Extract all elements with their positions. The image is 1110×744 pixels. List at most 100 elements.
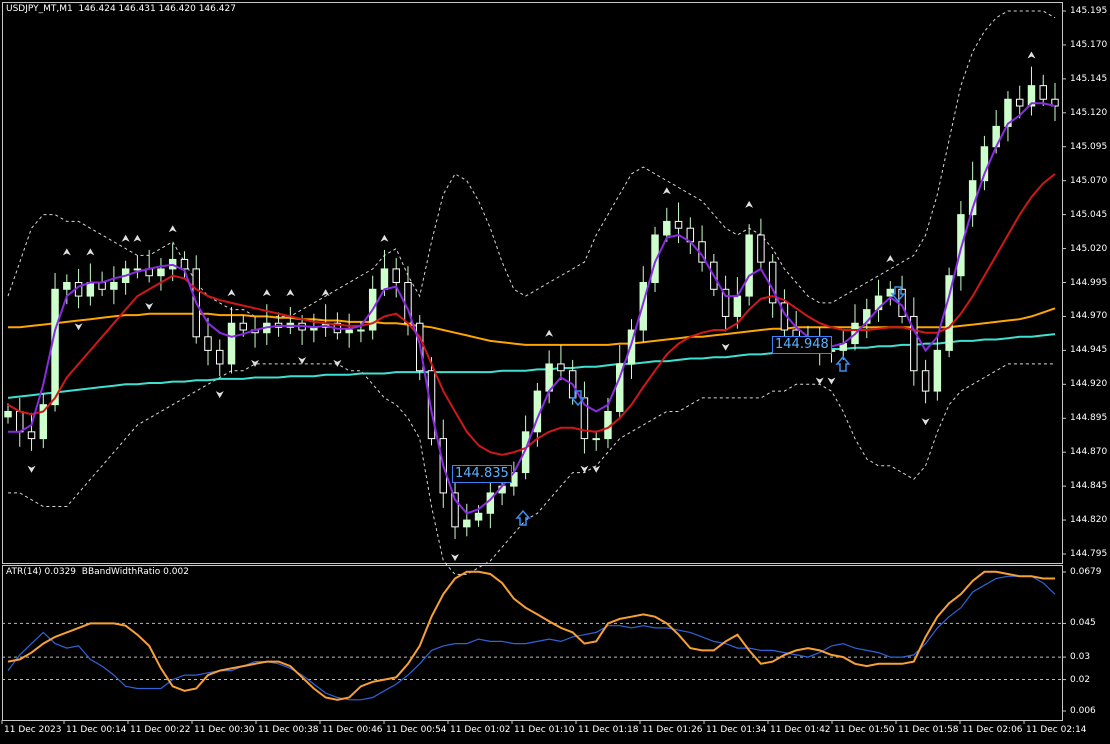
y-tick-label: 144.895 [1070,413,1108,424]
indicator-y-tick-label: 0.006 [1070,706,1096,716]
candle-body [86,282,95,297]
candle-body [745,234,753,297]
fractal-up-marker [1027,51,1036,59]
fractal-up-marker [262,289,271,297]
candle-body [345,329,353,334]
fractal-down-marker [827,377,836,385]
fractal-up-marker [133,234,142,242]
y-tick-label: 144.820 [1070,515,1108,526]
candle-body [180,258,189,270]
fractal-down-marker [815,377,824,385]
indicator-y-tick-label: 0.03 [1070,652,1091,663]
x-tick-label: 11 Dec 01:34 [706,725,767,735]
y-tick-label: 145.070 [1070,175,1108,186]
y-tick-label: 144.870 [1070,447,1108,458]
fractal-up-marker [286,289,295,297]
candle-body [1039,85,1047,100]
candle-body [157,268,165,277]
candle-body [757,234,765,263]
fractal-down-marker [145,302,154,310]
candle-body [51,288,59,406]
x-tick-label: 11 Dec 01:26 [642,725,703,735]
candle-body [216,349,224,365]
candle-body [63,282,71,290]
candle-body [392,268,400,283]
y-tick-label: 144.920 [1070,379,1108,390]
candle-body [921,370,930,392]
candle-body [733,295,742,317]
fractal-up-marker [227,289,236,297]
y-tick-label: 145.170 [1070,39,1108,50]
x-tick-label: 11 Dec 00:54 [386,725,447,735]
fractal-up-marker [86,248,95,256]
y-tick-label: 144.995 [1070,277,1108,288]
x-tick-label: 11 Dec 00:46 [322,725,383,735]
x-tick-label: 11 Dec 01:58 [898,725,959,735]
fractal-down-marker [921,418,930,426]
candle-body [110,282,118,290]
chart-header: USDJPY_MT,M1 146.424 146.431 146.420 146… [6,4,236,15]
x-tick-label: 11 Dec 00:38 [258,725,319,735]
candles-group [4,66,1059,540]
bb-upper-line [7,10,1056,317]
fractal-down-marker [580,465,589,473]
candle-body [239,322,248,331]
fractal-down-marker [592,465,601,473]
fractal-down-marker [451,554,460,561]
candle-body [592,438,600,441]
candle-body [1015,98,1024,107]
y-tick-label: 145.045 [1070,209,1108,220]
candle-body [227,322,236,365]
fractal-up-marker [321,289,330,297]
price-label-box: 144.948 [772,336,832,355]
fractal-up-marker [662,187,671,195]
ohlc-readout: 146.424 146.431 146.420 146.427 [78,4,236,14]
fractal-up-marker [380,234,389,242]
trading-chart[interactable]: USDJPY_MT,M1 146.424 146.431 146.420 146… [0,0,1110,740]
candle-body [674,220,683,229]
candle-body [133,268,142,271]
fractal-up-marker [545,329,554,337]
candle-body [98,282,106,290]
candle-body [427,370,436,440]
fractal-down-marker [298,357,307,365]
x-tick-label: 11 Dec 01:50 [834,725,895,735]
fractal-up-marker [62,248,71,256]
candle-body [463,519,471,528]
x-tick-label: 11 Dec 00:30 [194,725,255,735]
price-label-box: 144.835 [452,464,512,483]
y-tick-label: 144.795 [1070,549,1108,559]
y-tick-label: 145.120 [1070,107,1108,118]
candle-body [16,410,24,433]
x-tick-label: 11 Dec 00:14 [66,725,127,735]
chart-canvas[interactable] [0,0,1110,740]
x-tick-label: 11 Dec 01:02 [450,725,511,735]
y-tick-label: 144.970 [1070,311,1108,322]
candle-body [204,336,212,351]
ma-long-line [7,333,1056,399]
atr-label: ATR(14) 0.0329 [6,567,77,577]
bbw-label: BBandWidthRatio 0.002 [81,567,189,577]
atr-line [7,575,1056,701]
y-tick-label: 144.945 [1070,345,1108,356]
indicator-y-tick-label: 0.0679 [1070,567,1102,577]
fractal-up-marker [886,255,895,263]
ma-fast-line [8,102,1056,515]
candle-body [380,268,389,290]
y-tick-label: 145.020 [1070,243,1108,254]
fractal-down-marker [215,391,224,399]
x-tick-label: 11 Dec 00:22 [130,725,191,735]
candle-body [557,363,565,372]
indicator-y-tick-label: 0.045 [1070,618,1096,629]
candle-body [474,512,483,521]
fractal-up-marker [168,225,177,233]
fractal-up-marker [745,200,754,208]
symbol-label: USDJPY_MT,M1 [6,4,73,14]
fractal-down-marker [27,465,36,473]
candle-body [933,349,942,392]
bbw-line [7,570,1055,701]
fractal-down-marker [74,323,83,331]
x-tick-label: 11 Dec 2023 [4,725,62,735]
x-tick-label: 11 Dec 01:18 [578,725,639,735]
indicator-panel-frame [2,565,1063,721]
